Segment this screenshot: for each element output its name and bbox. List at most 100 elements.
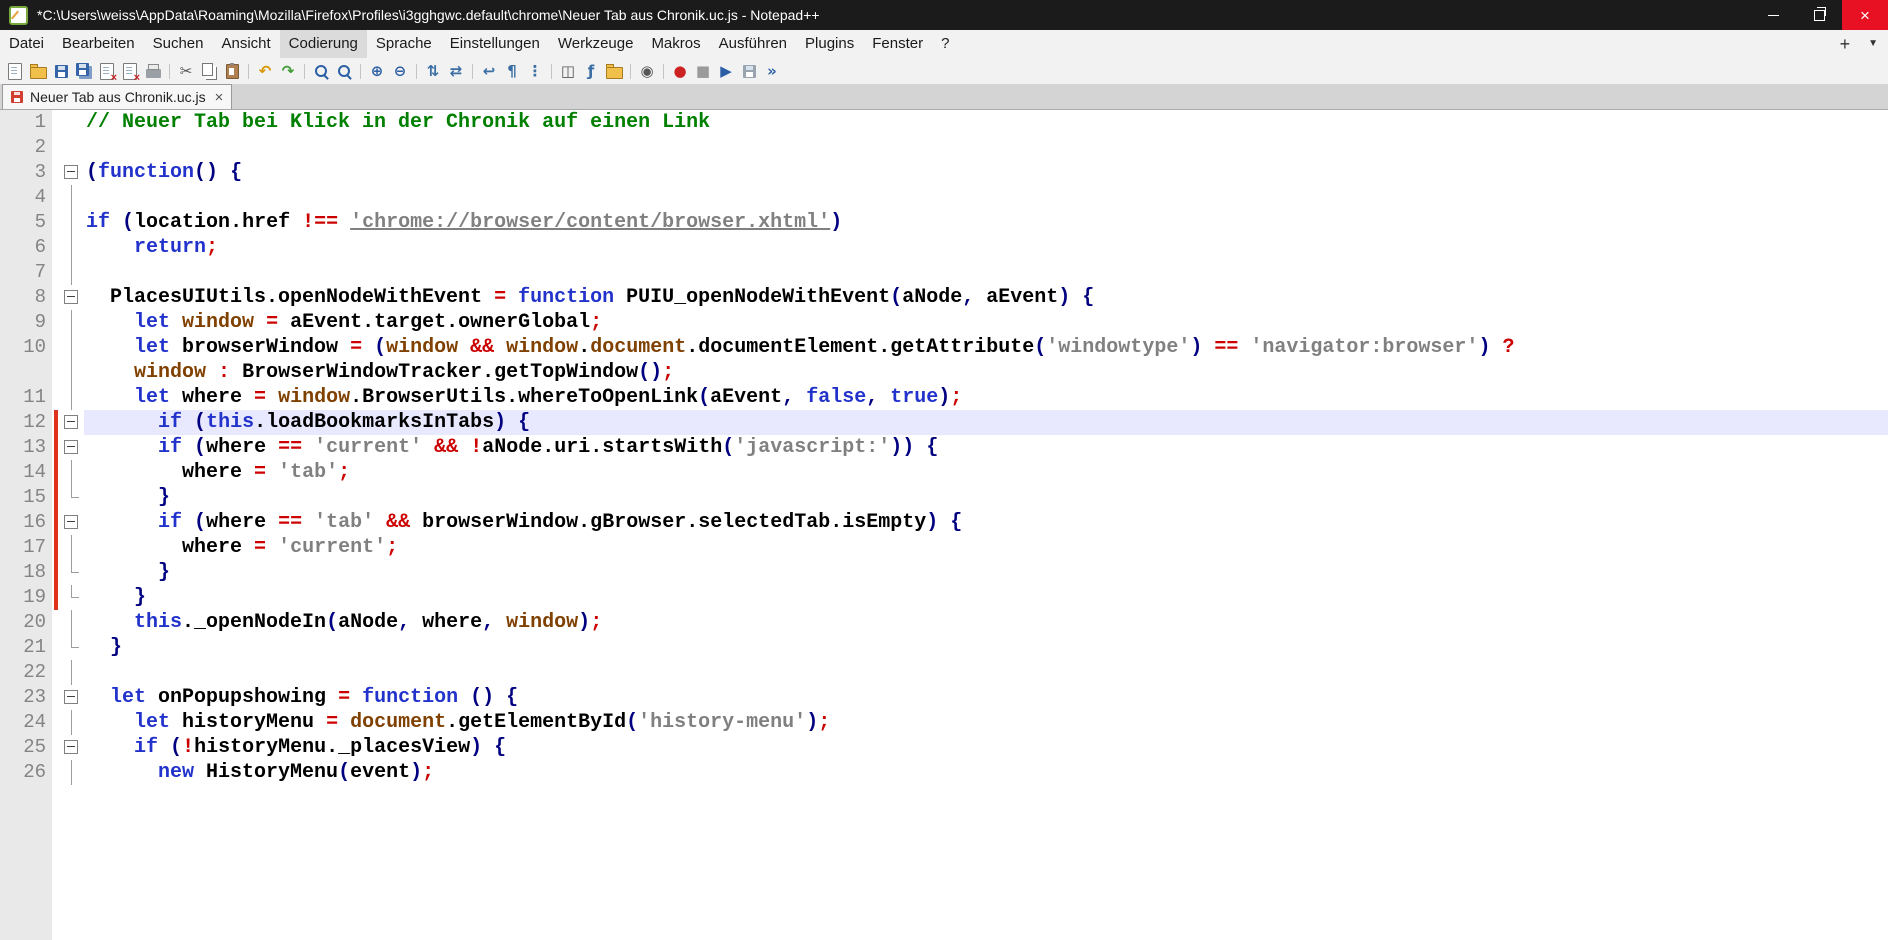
code-line[interactable]: where = 'tab';	[84, 460, 1888, 485]
show-indent-guide-button[interactable]: ⋮	[524, 60, 546, 82]
code-line[interactable]: }	[84, 635, 1888, 660]
fold-toggle-icon[interactable]	[64, 290, 78, 304]
save-file-button[interactable]	[50, 60, 72, 82]
code-line[interactable]: if (where == 'tab' && browserWindow.gBro…	[84, 510, 1888, 535]
stop-recording-button[interactable]: ■	[692, 60, 714, 82]
find-button[interactable]	[310, 60, 332, 82]
close-all-button[interactable]	[119, 60, 141, 82]
menubar-plus-button[interactable]: +	[1840, 35, 1851, 53]
code-line[interactable]: let historyMenu = document.getElementByI…	[84, 710, 1888, 735]
undo-button[interactable]: ↶	[254, 60, 276, 82]
toolbar-separator	[630, 64, 631, 79]
menu-makros[interactable]: Makros	[642, 30, 709, 58]
menu-ansicht[interactable]: Ansicht	[212, 30, 279, 58]
redo-button[interactable]: ↷	[277, 60, 299, 82]
document-map-button[interactable]: ◫	[557, 60, 579, 82]
menu-fenster[interactable]: Fenster	[863, 30, 932, 58]
line-number: 2	[0, 135, 52, 160]
menu-datei[interactable]: Datei	[0, 30, 53, 58]
code-line[interactable]	[84, 660, 1888, 685]
tab-close-icon[interactable]: ×	[215, 90, 224, 105]
run-macro-multiple-button[interactable]: »	[761, 60, 783, 82]
change-margin	[52, 260, 60, 285]
menu-suchen[interactable]: Suchen	[144, 30, 213, 58]
code-line[interactable]: where = 'current';	[84, 535, 1888, 560]
menu-plugins[interactable]: Plugins	[796, 30, 863, 58]
sync-vertical-scrolling-button[interactable]: ⇅	[422, 60, 444, 82]
show-all-characters-button[interactable]: ¶	[501, 60, 523, 82]
menu-einstellungen[interactable]: Einstellungen	[441, 30, 549, 58]
code-line[interactable]: this._openNodeIn(aNode, where, window);	[84, 610, 1888, 635]
menu-ausfhren[interactable]: Ausführen	[710, 30, 796, 58]
close-file-button[interactable]	[96, 60, 118, 82]
fold-toggle-icon[interactable]	[64, 740, 78, 754]
code-line[interactable]: let where = window.BrowserUtils.whereToO…	[84, 385, 1888, 410]
fold-toggle-icon[interactable]	[64, 165, 78, 179]
change-marker	[52, 535, 60, 560]
new-file-button[interactable]	[4, 60, 26, 82]
cut-button[interactable]: ✂	[175, 60, 197, 82]
code-line[interactable]: new HistoryMenu(event);	[84, 760, 1888, 785]
toolbar-separator	[169, 64, 170, 79]
save-all-button[interactable]	[73, 60, 95, 82]
tab-neuer-tab-aus-chronik-uc-js[interactable]: Neuer Tab aus Chronik.uc.js ×	[2, 84, 232, 109]
menu-sprache[interactable]: Sprache	[367, 30, 441, 58]
code-line[interactable]: if (!historyMenu._placesView) {	[84, 735, 1888, 760]
paste-button[interactable]	[221, 60, 243, 82]
close-button[interactable]: ×	[1842, 0, 1888, 30]
menubar-dropdown-button[interactable]: ▼	[1868, 39, 1878, 49]
replace-button[interactable]	[333, 60, 355, 82]
monitoring-button[interactable]: ◉	[636, 60, 658, 82]
menu-werkzeuge[interactable]: Werkzeuge	[549, 30, 643, 58]
sync-horizontal-scrolling-button[interactable]: ⇄	[445, 60, 467, 82]
fold-toggle-icon[interactable]	[64, 515, 78, 529]
copy-button[interactable]	[198, 60, 220, 82]
code-line[interactable]: }	[84, 560, 1888, 585]
zoom-in-button[interactable]: ⊕	[366, 60, 388, 82]
playback-macro-button[interactable]: ▶	[715, 60, 737, 82]
code-line[interactable]	[84, 185, 1888, 210]
zoom-out-button[interactable]: ⊖	[389, 60, 411, 82]
editor-row-23: 23 let onPopupshowing = function () {	[0, 685, 1888, 710]
fold-margin	[60, 185, 84, 210]
code-line[interactable]: if (where == 'current' && !aNode.uri.sta…	[84, 435, 1888, 460]
code-line[interactable]: PlacesUIUtils.openNodeWithEvent = functi…	[84, 285, 1888, 310]
print-button[interactable]	[142, 60, 164, 82]
code-line[interactable]	[84, 135, 1888, 160]
fold-toggle-icon[interactable]	[64, 690, 78, 704]
change-marker	[52, 460, 60, 485]
change-margin	[52, 610, 60, 635]
zoom-out-icon: ⊖	[394, 64, 407, 79]
save-macro-button[interactable]	[738, 60, 760, 82]
minimize-button[interactable]	[1750, 0, 1796, 30]
code-line[interactable]: window : BrowserWindowTracker.getTopWind…	[84, 360, 1888, 385]
fold-toggle-icon[interactable]	[64, 440, 78, 454]
code-line[interactable]: if (location.href !== 'chrome://browser/…	[84, 210, 1888, 235]
restore-button[interactable]	[1796, 0, 1842, 30]
code-line[interactable]: return;	[84, 235, 1888, 260]
code-line[interactable]: let window = aEvent.target.ownerGlobal;	[84, 310, 1888, 335]
record-macro-button[interactable]: ●	[669, 60, 691, 82]
menu-bearbeiten[interactable]: Bearbeiten	[53, 30, 144, 58]
code-line[interactable]: (function() {	[84, 160, 1888, 185]
code-line[interactable]: }	[84, 485, 1888, 510]
code-line[interactable]: let browserWindow = (window && window.do…	[84, 335, 1888, 360]
copy-icon	[202, 63, 213, 76]
code-line[interactable]: // Neuer Tab bei Klick in der Chronik au…	[84, 110, 1888, 135]
menubar: DateiBearbeitenSuchenAnsichtCodierungSpr…	[0, 30, 1888, 58]
code-line[interactable]: if (this.loadBookmarksInTabs) {	[84, 410, 1888, 435]
fold-margin	[60, 535, 84, 560]
function-list-button[interactable]: ƒ	[580, 60, 602, 82]
fold-toggle-icon[interactable]	[64, 415, 78, 429]
menu-help[interactable]: ?	[932, 30, 958, 58]
line-number: 1	[0, 110, 52, 135]
code-line[interactable]	[84, 260, 1888, 285]
folder-as-workspace-button[interactable]	[603, 60, 625, 82]
open-file-button[interactable]	[27, 60, 49, 82]
word-wrap-button[interactable]: ↩	[478, 60, 500, 82]
toolbar-separator	[248, 64, 249, 79]
code-line[interactable]: let onPopupshowing = function () {	[84, 685, 1888, 710]
editor-row-22: 22	[0, 660, 1888, 685]
menu-codierung[interactable]: Codierung	[280, 30, 367, 58]
code-line[interactable]: }	[84, 585, 1888, 610]
